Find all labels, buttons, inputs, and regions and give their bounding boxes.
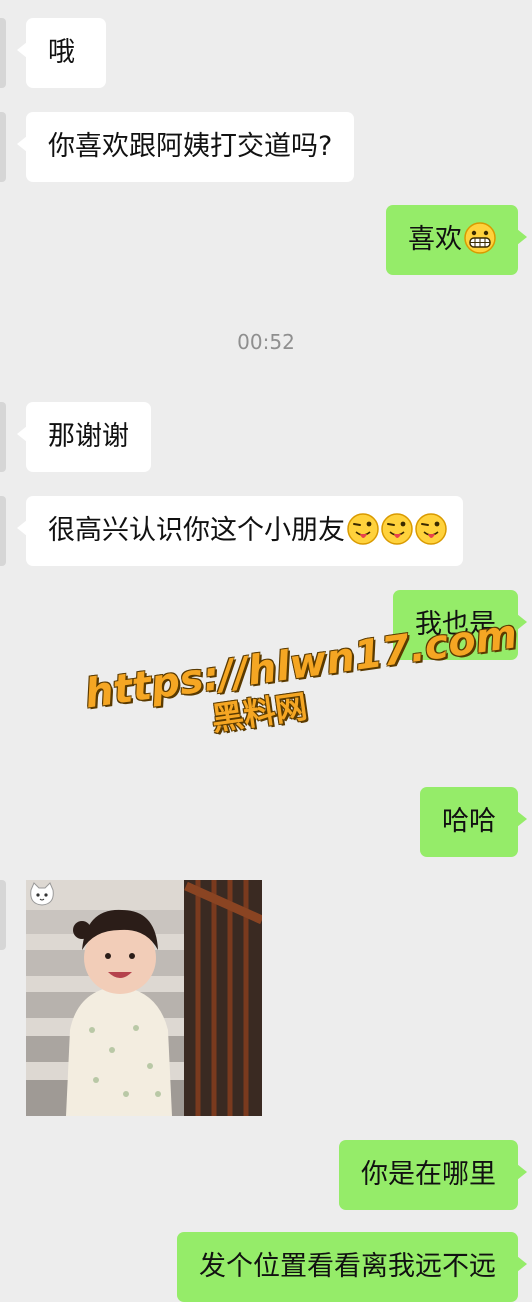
message-text: 那谢谢 xyxy=(48,421,129,452)
message-bubble-outgoing[interactable]: 发个位置看看离我远不远 xyxy=(177,1232,527,1302)
message-text: 哦 xyxy=(48,37,75,68)
message-bubble-outgoing[interactable]: 你是在哪里 xyxy=(339,1140,527,1210)
message-bubble-incoming[interactable]: 哦 xyxy=(17,18,106,88)
chat-timestamp: 00:52 xyxy=(237,330,295,354)
message-bubble-incoming[interactable]: 很高兴认识你这个小朋友 xyxy=(17,496,463,566)
avatar-partial[interactable] xyxy=(0,112,6,182)
avatar-partial[interactable] xyxy=(0,402,6,472)
message-bubble-incoming[interactable]: 那谢谢 xyxy=(17,402,151,472)
message-text: 很高兴认识你这个小朋友 xyxy=(48,515,345,546)
avatar-partial[interactable] xyxy=(0,880,6,950)
message-text: 你喜欢跟阿姨打交道吗? xyxy=(48,131,333,162)
message-text: 哈哈 xyxy=(442,806,496,837)
watermark: https://hlwn17.com 黑料网 xyxy=(82,611,520,755)
message-text: 发个位置看看离我远不远 xyxy=(199,1251,496,1282)
child-photo xyxy=(26,880,262,1116)
wink-tongue-icon xyxy=(347,513,379,555)
wink-tongue-icon xyxy=(415,513,447,555)
message-bubble-outgoing[interactable]: 喜欢 xyxy=(386,205,527,275)
avatar-partial[interactable] xyxy=(0,496,6,566)
cat-face-icon xyxy=(28,882,56,912)
message-bubble-incoming[interactable]: 你喜欢跟阿姨打交道吗? xyxy=(16,112,355,182)
avatar-partial[interactable] xyxy=(0,18,6,88)
wink-tongue-icon xyxy=(381,513,413,555)
grin-icon xyxy=(464,222,496,264)
image-message[interactable] xyxy=(26,880,262,1116)
message-bubble-outgoing[interactable]: 哈哈 xyxy=(420,787,527,857)
message-text: 你是在哪里 xyxy=(361,1159,496,1190)
message-text: 喜欢 xyxy=(408,224,462,255)
